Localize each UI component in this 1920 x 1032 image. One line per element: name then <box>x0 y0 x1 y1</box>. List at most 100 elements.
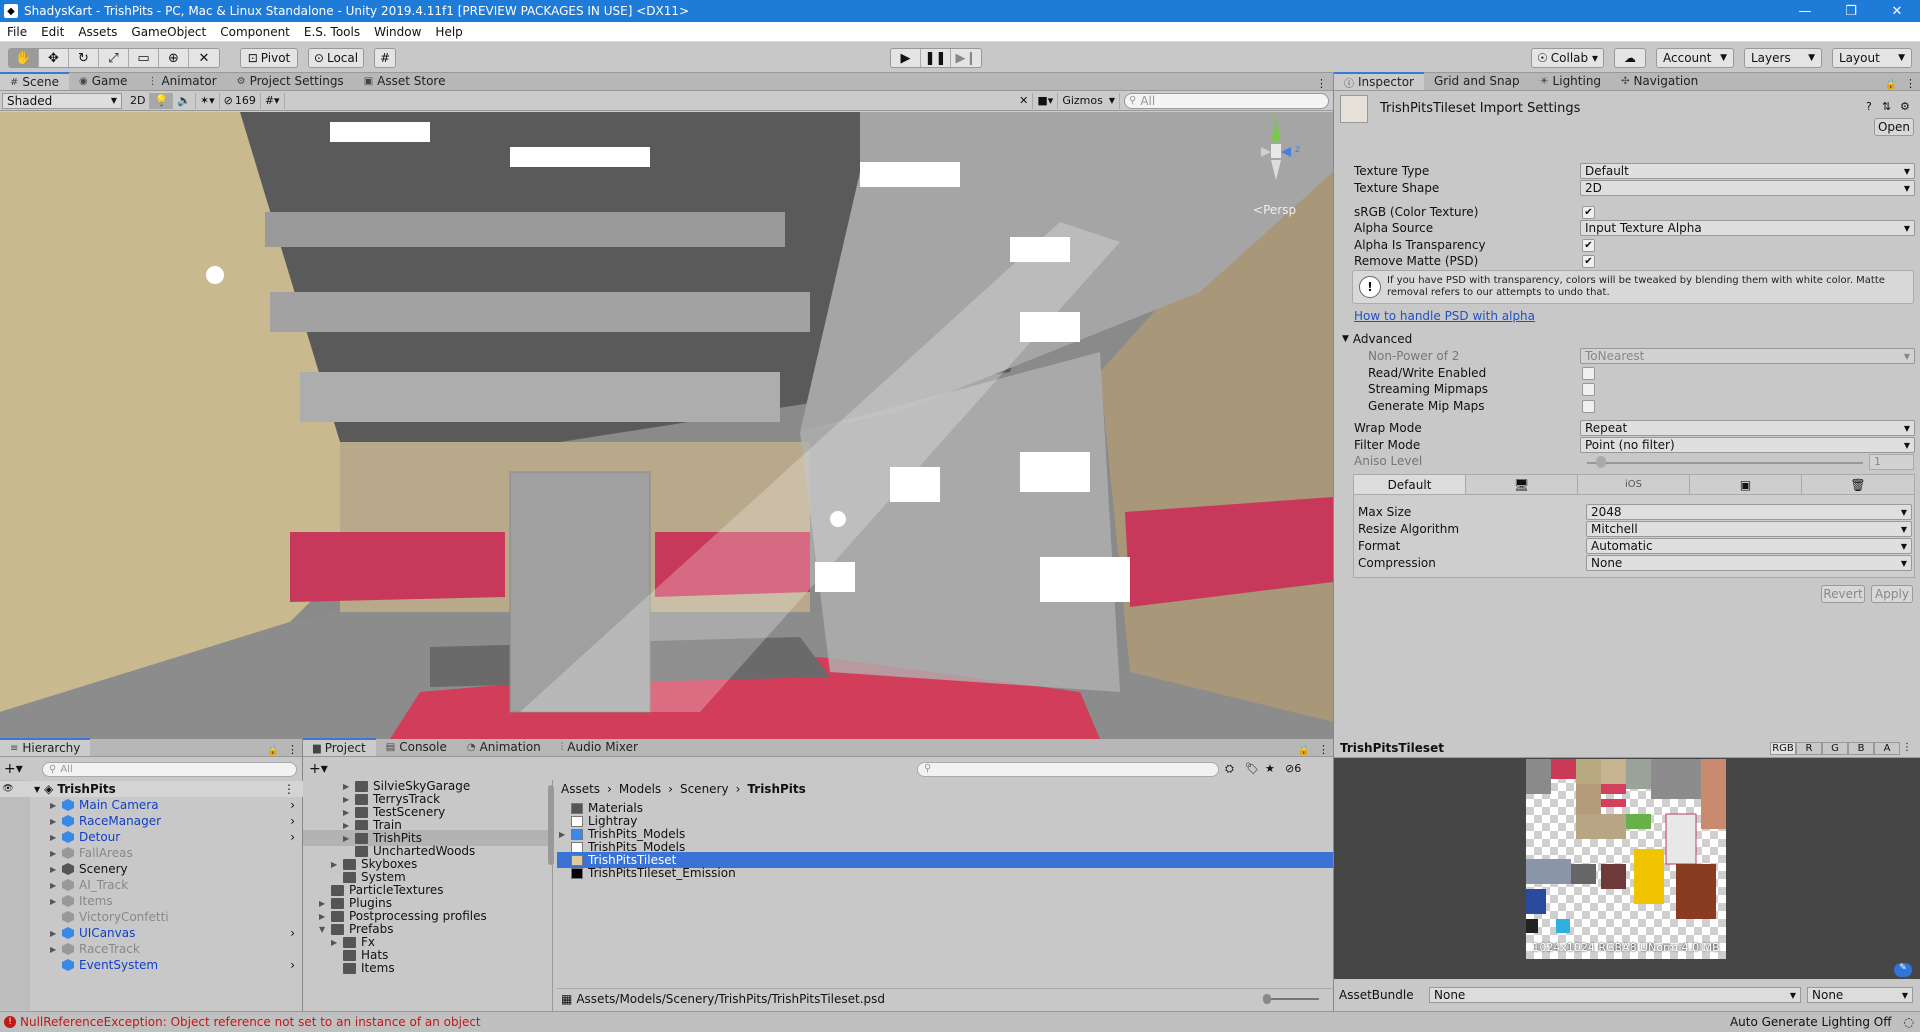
camera-settings-icon[interactable]: ■▾ <box>1033 92 1059 109</box>
platform-tab-webgl[interactable]: 🗑 <box>1802 475 1914 494</box>
caret-right-icon[interactable]: ▶ <box>50 849 62 858</box>
search-by-type-icon[interactable]: ⛭ <box>1225 762 1234 776</box>
lock-icon[interactable]: 🔒 <box>263 745 283 756</box>
step-button-icon[interactable]: ▶❙ <box>951 49 981 67</box>
caret-right-icon[interactable]: ▶ <box>50 881 62 890</box>
menu-component[interactable]: Component <box>213 25 297 39</box>
menu-es-tools[interactable]: E.S. Tools <box>297 25 367 39</box>
breadcrumb-item[interactable]: TrishPits <box>747 782 805 796</box>
menu-dots-icon[interactable]: ⋮ <box>283 782 295 796</box>
compression-dropdown[interactable]: None ▼ <box>1586 555 1912 571</box>
apply-button[interactable]: Apply <box>1871 585 1913 603</box>
audio-toggle-icon[interactable]: 🔈 <box>173 92 196 109</box>
channel-rgb-button[interactable]: RGB <box>1770 741 1796 755</box>
open-button[interactable]: Open <box>1874 118 1914 136</box>
maximize-button[interactable]: ❐ <box>1828 0 1874 22</box>
persp-label[interactable]: <Persp <box>1253 203 1296 217</box>
tag-icon[interactable]: ✎ <box>1894 963 1912 977</box>
toggle-2d-button[interactable]: 2D <box>126 92 151 109</box>
create-plus-icon[interactable]: +▾ <box>4 761 23 777</box>
channel-a-button[interactable]: A <box>1874 741 1900 755</box>
transform-tool-icon[interactable]: ⊕ <box>159 49 189 67</box>
tab-grid-snap[interactable]: Grid and Snap <box>1424 72 1530 90</box>
menu-window[interactable]: Window <box>367 25 428 39</box>
menu-help[interactable]: Help <box>428 25 469 39</box>
caret-right-icon[interactable]: ▶ <box>343 782 355 791</box>
srgb-checkbox[interactable]: ✔ <box>1582 206 1595 219</box>
account-dropdown[interactable]: Account ▼ <box>1656 48 1734 68</box>
tab-game[interactable]: ◉ Game <box>69 72 137 90</box>
preset-icon[interactable]: ⇅ <box>1882 100 1891 113</box>
orientation-gizmo[interactable]: y z <Persp <box>1231 112 1321 232</box>
tab-animation[interactable]: ◔ Animation <box>457 738 551 756</box>
tab-asset-store[interactable]: ▣ Asset Store <box>354 72 456 90</box>
tab-audio-mixer[interactable]: ⫶ Audio Mixer <box>551 738 648 756</box>
pivot-toggle[interactable]: ⊡ Pivot <box>240 48 298 68</box>
tools-toggle-icon[interactable]: ✕ <box>1015 92 1034 109</box>
caret-right-icon[interactable]: ▶ <box>343 834 355 843</box>
hierarchy-item[interactable]: ▶ Items <box>0 893 303 909</box>
menu-file[interactable]: File <box>0 25 34 39</box>
snap-settings-button[interactable]: # <box>374 48 396 68</box>
platform-tab-android[interactable]: ▣ <box>1690 475 1802 494</box>
lighting-toggle-icon[interactable]: 💡 <box>150 92 174 109</box>
hierarchy-item[interactable]: ▶ RaceTrack <box>0 941 303 957</box>
status-error-message[interactable]: NullReferenceException: Object reference… <box>20 1015 481 1029</box>
tab-scene[interactable]: # Scene <box>0 72 69 90</box>
tab-project[interactable]: ▆ Project <box>303 738 376 756</box>
caret-right-icon[interactable]: ▶ <box>331 938 343 947</box>
create-plus-icon[interactable]: +▾ <box>309 761 328 777</box>
tab-console[interactable]: ▤ Console <box>376 738 457 756</box>
remove-matte-checkbox[interactable]: ✔ <box>1582 255 1595 268</box>
menu-dots-icon[interactable]: ⋮ <box>283 743 302 756</box>
collab-button[interactable]: ☉ Collab ▾ <box>1531 48 1604 68</box>
caret-right-icon[interactable]: ▶ <box>343 808 355 817</box>
local-toggle[interactable]: ⊙ Local <box>308 48 364 68</box>
hierarchy-item[interactable]: ▶ AI_Track <box>0 877 303 893</box>
hierarchy-search-input[interactable]: ⚲ All <box>42 762 297 777</box>
lock-icon[interactable]: 🔒 <box>1881 79 1901 90</box>
platform-tab-standalone[interactable]: 🖥 <box>1466 475 1578 494</box>
caret-right-icon[interactable]: ▶ <box>50 865 62 874</box>
caret-right-icon[interactable]: ▶ <box>331 860 343 869</box>
max-size-dropdown[interactable]: 2048 ▼ <box>1586 504 1912 520</box>
rw-checkbox[interactable] <box>1582 367 1595 380</box>
cloud-button[interactable]: ☁ <box>1614 48 1646 68</box>
rect-tool-icon[interactable]: ▭ <box>129 49 159 67</box>
project-search-input[interactable]: ⚲ <box>917 762 1219 777</box>
shading-mode-dropdown[interactable]: Shaded ▼ <box>2 92 122 109</box>
streaming-checkbox[interactable] <box>1582 383 1595 396</box>
chevron-right-icon[interactable]: › <box>290 814 295 828</box>
channel-b-button[interactable]: B <box>1848 741 1874 755</box>
caret-right-icon[interactable]: ▶ <box>319 912 331 921</box>
hierarchy-item[interactable]: EventSystem › <box>0 957 303 973</box>
help-icon[interactable]: ? <box>1866 100 1872 113</box>
scale-tool-icon[interactable]: ⤢ <box>99 49 129 67</box>
chevron-right-icon[interactable]: › <box>290 958 295 972</box>
custom-tool-icon[interactable]: ✕ <box>189 49 219 67</box>
tab-animator[interactable]: ⋮ Animator <box>137 72 226 90</box>
auto-lighting-status[interactable]: Auto Generate Lighting Off <box>1730 1015 1892 1029</box>
wrap-dropdown[interactable]: Repeat ▼ <box>1580 420 1915 436</box>
tab-project-settings[interactable]: ⚙ Project Settings <box>227 72 354 90</box>
platform-tab-ios[interactable]: iOS <box>1578 475 1690 494</box>
revert-button[interactable]: Revert <box>1821 585 1865 603</box>
menu-dots-icon[interactable]: ⋮ <box>1901 77 1920 90</box>
hand-tool-icon[interactable]: ✋ <box>9 49 39 67</box>
move-tool-icon[interactable]: ✥ <box>39 49 69 67</box>
hierarchy-item[interactable]: VictoryConfetti <box>0 909 303 925</box>
pause-button-icon[interactable]: ❚❚ <box>921 49 951 67</box>
effects-toggle-icon[interactable]: ✶▾ <box>196 92 220 109</box>
caret-down-icon[interactable]: ▼ <box>319 925 331 934</box>
platform-tab-default[interactable]: Default <box>1354 475 1466 494</box>
mipmaps-checkbox[interactable] <box>1582 400 1595 413</box>
menu-edit[interactable]: Edit <box>34 25 71 39</box>
scene-search-input[interactable]: ⚲ All <box>1124 92 1329 109</box>
caret-right-icon[interactable]: ▶ <box>50 897 62 906</box>
hierarchy-item[interactable]: ▶ RaceManager › <box>0 813 303 829</box>
close-button[interactable]: ✕ <box>1874 0 1920 22</box>
favorites-star-icon[interactable]: ★ <box>1265 762 1275 775</box>
thumbnail-size-slider[interactable] <box>1263 993 1319 1004</box>
filter-dropdown[interactable]: Point (no filter) ▼ <box>1580 437 1915 453</box>
chevron-right-icon[interactable]: › <box>290 926 295 940</box>
